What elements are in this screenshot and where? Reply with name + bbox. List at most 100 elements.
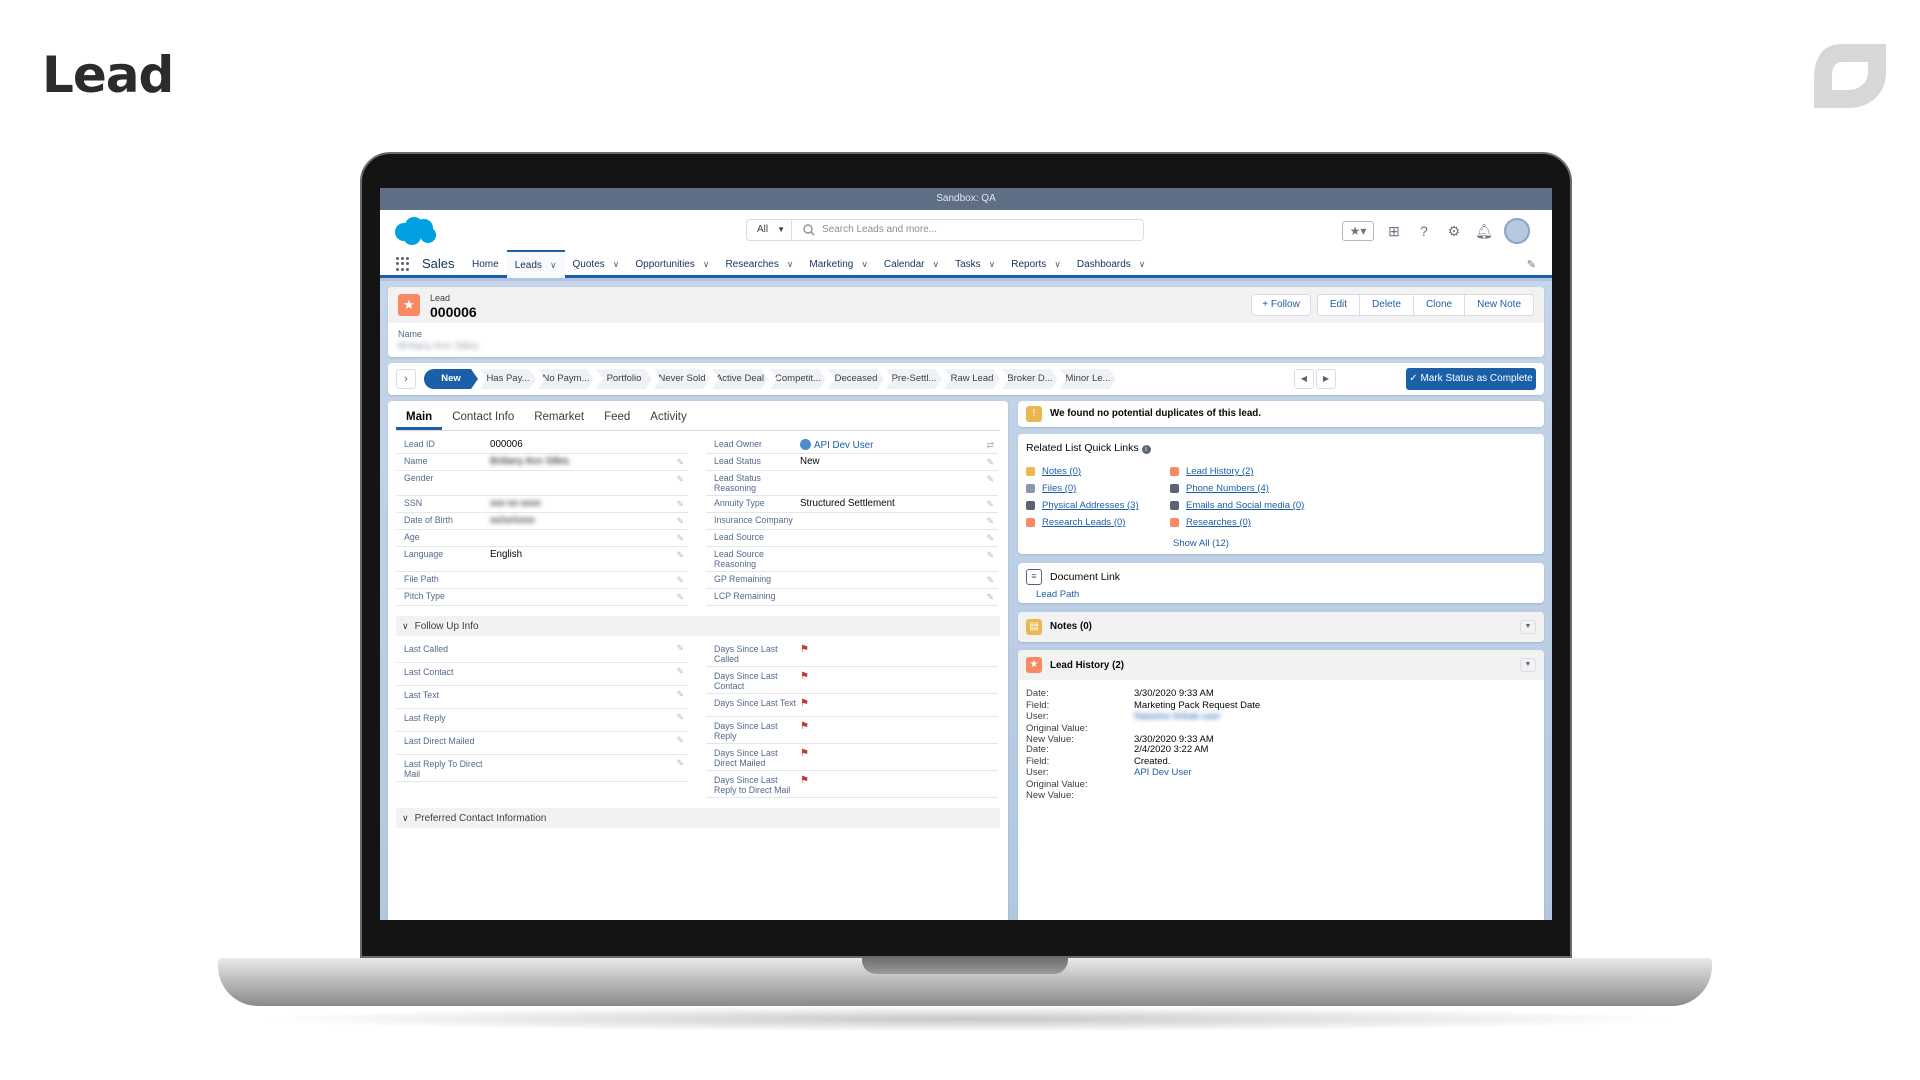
- tab-activity[interactable]: Activity: [640, 401, 696, 430]
- lead-history-title[interactable]: Lead History (2): [1050, 660, 1124, 671]
- tab-contact-info[interactable]: Contact Info: [442, 401, 524, 430]
- quick-link-item[interactable]: Phone Numbers (4): [1170, 483, 1350, 494]
- search-scope-select[interactable]: All ▼: [746, 219, 792, 241]
- quick-link-item[interactable]: Research Leads (0): [1026, 517, 1170, 528]
- notes-dropdown-icon[interactable]: ▼: [1520, 620, 1536, 634]
- nav-item-leads[interactable]: Leads ∨: [506, 250, 565, 278]
- nav-item-calendar[interactable]: Calendar ∨: [876, 250, 947, 278]
- tab-main[interactable]: Main: [396, 401, 443, 430]
- chevron-down-icon[interactable]: ∨: [1139, 259, 1146, 270]
- preferred-contact-section-header[interactable]: ∨ Preferred Contact Information: [396, 808, 1000, 828]
- change-owner-icon[interactable]: ⇄: [986, 440, 994, 451]
- nav-item-tasks[interactable]: Tasks ∨: [947, 250, 1003, 278]
- delete-button[interactable]: Delete: [1359, 295, 1413, 315]
- gear-icon[interactable]: ⚙: [1444, 221, 1464, 241]
- lead-history-dropdown-icon[interactable]: ▼: [1520, 658, 1536, 672]
- chevron-down-icon[interactable]: ∨: [550, 260, 557, 271]
- favorites-star-icon[interactable]: ★▾: [1342, 221, 1374, 241]
- pencil-icon[interactable]: ✎: [676, 499, 684, 510]
- pencil-icon[interactable]: ✎: [986, 592, 994, 603]
- app-launcher-icon[interactable]: [396, 257, 410, 271]
- path-stage[interactable]: Minor Le...: [1060, 369, 1116, 389]
- global-add-icon[interactable]: ⊞: [1384, 221, 1404, 241]
- notes-title[interactable]: Notes (0): [1050, 621, 1092, 632]
- edit-button[interactable]: Edit: [1318, 295, 1359, 315]
- pencil-icon[interactable]: ✎: [986, 575, 994, 586]
- path-stage[interactable]: Pre-Settl...: [886, 369, 942, 389]
- pencil-icon[interactable]: ✎: [986, 474, 994, 485]
- history-user-value[interactable]: Natasha Sirbak-user: [1134, 711, 1334, 723]
- quick-link-item[interactable]: Lead History (2): [1170, 466, 1350, 477]
- nav-item-researches[interactable]: Researches ∨: [717, 250, 801, 278]
- path-stage[interactable]: Broker D...: [1002, 369, 1058, 389]
- mark-status-complete-button[interactable]: ✓ Mark Status as Complete: [1406, 368, 1536, 390]
- path-stage[interactable]: Raw Lead: [944, 369, 1000, 389]
- path-stage[interactable]: New: [424, 369, 478, 389]
- salesforce-cloud-logo-icon[interactable]: [392, 216, 438, 246]
- chevron-down-icon[interactable]: ∨: [613, 259, 620, 270]
- pencil-icon[interactable]: ✎: [676, 689, 684, 700]
- nav-item-opportunities[interactable]: Opportunities ∨: [627, 250, 717, 278]
- avatar[interactable]: [1504, 218, 1530, 244]
- pencil-icon[interactable]: ✎: [676, 575, 684, 586]
- path-stage[interactable]: Portfolio: [596, 369, 652, 389]
- path-stage[interactable]: No Paym...: [538, 369, 594, 389]
- pencil-icon[interactable]: ✎: [676, 592, 684, 603]
- history-user-value[interactable]: API Dev User: [1134, 767, 1334, 779]
- chevron-down-icon[interactable]: ∨: [1054, 259, 1061, 270]
- pencil-icon[interactable]: ✎: [986, 457, 994, 468]
- clone-button[interactable]: Clone: [1412, 295, 1464, 315]
- field-value[interactable]: API Dev User: [800, 439, 998, 451]
- path-expand-chevron-icon[interactable]: ›: [396, 369, 416, 389]
- chevron-down-icon[interactable]: ∨: [861, 259, 868, 270]
- chevron-down-icon[interactable]: ∨: [989, 259, 996, 270]
- path-scroll-left-icon[interactable]: ◀: [1294, 369, 1314, 389]
- pencil-icon[interactable]: ✎: [676, 643, 684, 654]
- quick-link-item[interactable]: Emails and Social media (0): [1170, 500, 1350, 511]
- show-all-link[interactable]: Show All (12): [1173, 538, 1229, 549]
- quick-link-item[interactable]: Physical Addresses (3): [1026, 500, 1170, 511]
- chevron-down-icon[interactable]: ∨: [933, 259, 940, 270]
- quick-link-item[interactable]: Files (0): [1026, 483, 1170, 494]
- nav-item-dashboards[interactable]: Dashboards ∨: [1069, 250, 1154, 278]
- pencil-icon[interactable]: ✎: [676, 712, 684, 723]
- pencil-icon[interactable]: ✎: [676, 457, 684, 468]
- tab-remarket[interactable]: Remarket: [524, 401, 594, 430]
- laptop-shadow: [250, 1006, 1680, 1032]
- pencil-icon[interactable]: ✎: [676, 474, 684, 485]
- pencil-icon[interactable]: ✎: [986, 533, 994, 544]
- path-scroll-right-icon[interactable]: ▶: [1316, 369, 1336, 389]
- pencil-icon[interactable]: ✎: [676, 550, 684, 561]
- tab-feed[interactable]: Feed: [594, 401, 640, 430]
- pencil-icon[interactable]: ✎: [986, 499, 994, 510]
- edit-nav-pencil-icon[interactable]: ✎: [1527, 258, 1536, 271]
- nav-item-home[interactable]: Home: [464, 250, 507, 278]
- quick-link-item[interactable]: Researches (0): [1170, 517, 1350, 528]
- lead-path-link[interactable]: Lead Path: [1036, 589, 1079, 600]
- quick-link-item[interactable]: Notes (0): [1026, 466, 1170, 477]
- check-icon: ✓: [1409, 373, 1421, 384]
- new-note-button[interactable]: New Note: [1464, 295, 1533, 315]
- pencil-icon[interactable]: ✎: [986, 516, 994, 527]
- nav-item-marketing[interactable]: Marketing ∨: [801, 250, 876, 278]
- help-icon[interactable]: ?: [1414, 221, 1434, 241]
- pencil-icon[interactable]: ✎: [676, 533, 684, 544]
- bell-icon[interactable]: 🔔︎: [1474, 221, 1494, 241]
- pencil-icon[interactable]: ✎: [676, 758, 684, 769]
- path-stage[interactable]: Has Pay...: [480, 369, 536, 389]
- path-stage[interactable]: Deceased: [828, 369, 884, 389]
- search-input[interactable]: Search Leads and more...: [792, 219, 1144, 241]
- path-stage[interactable]: Competit...: [770, 369, 826, 389]
- nav-item-reports[interactable]: Reports ∨: [1003, 250, 1069, 278]
- pencil-icon[interactable]: ✎: [986, 550, 994, 561]
- path-stage[interactable]: Never Sold: [654, 369, 710, 389]
- pencil-icon[interactable]: ✎: [676, 516, 684, 527]
- chevron-down-icon[interactable]: ∨: [703, 259, 710, 270]
- nav-item-quotes[interactable]: Quotes ∨: [565, 250, 628, 278]
- follow-up-section-header[interactable]: ∨ Follow Up Info: [396, 616, 1000, 636]
- chevron-down-icon[interactable]: ∨: [787, 259, 794, 270]
- path-stage[interactable]: Active Deal: [712, 369, 768, 389]
- pencil-icon[interactable]: ✎: [676, 735, 684, 746]
- pencil-icon[interactable]: ✎: [676, 666, 684, 677]
- follow-button[interactable]: + Follow: [1251, 294, 1311, 316]
